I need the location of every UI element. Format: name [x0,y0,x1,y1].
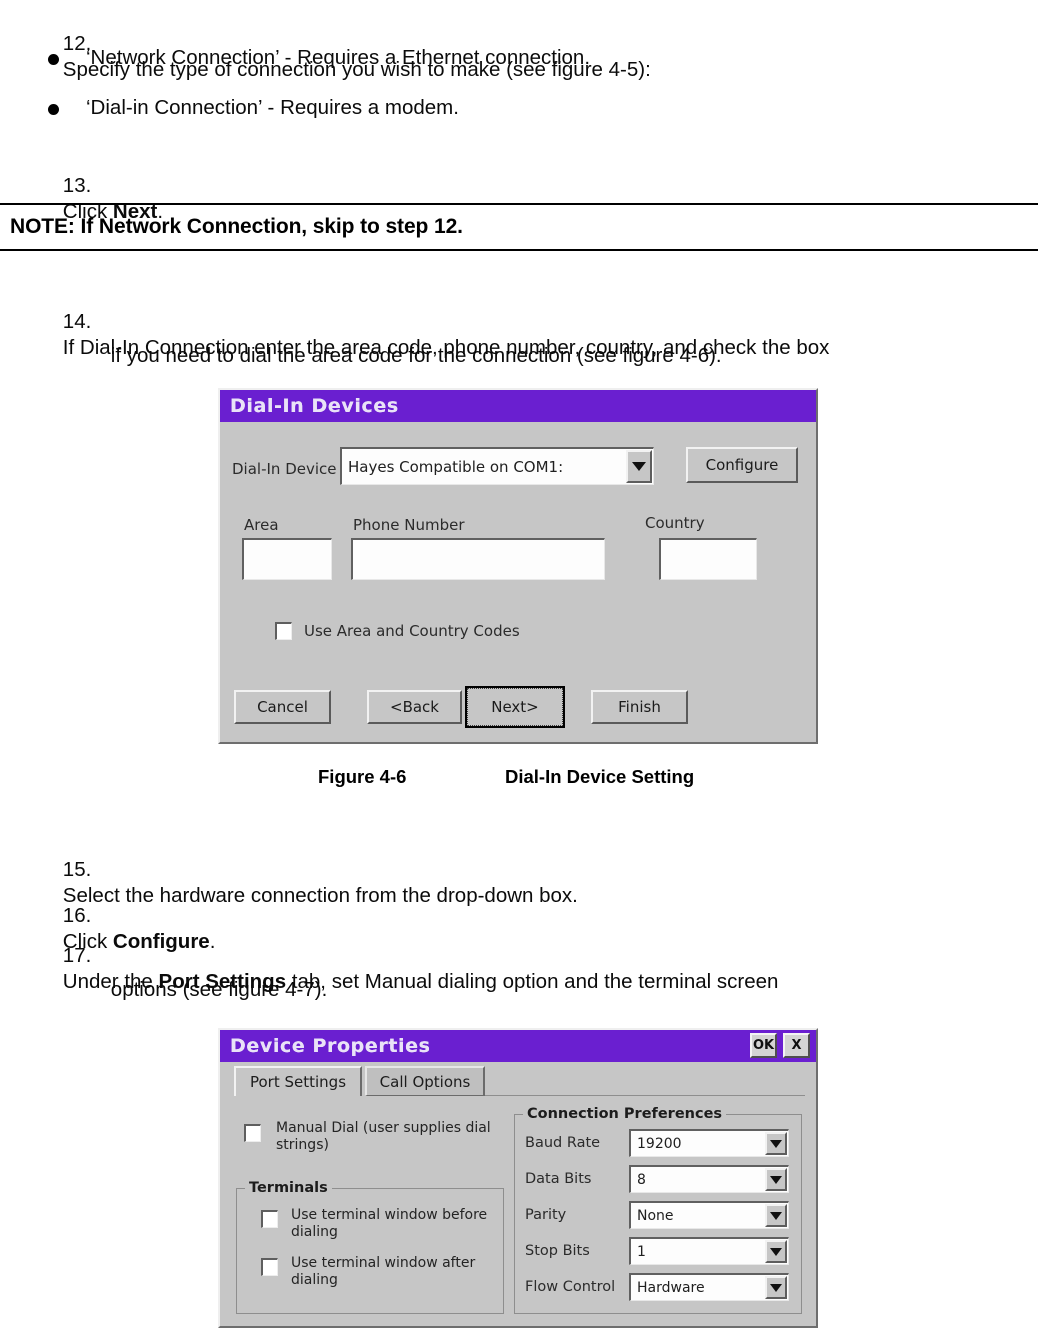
dial-in-device-label: Dial-In Device [232,460,337,478]
area-input[interactable] [242,538,332,580]
phone-number-input[interactable] [351,538,605,580]
terminal-after-checkbox[interactable] [261,1258,278,1276]
manual-dial-label-line2: strings) [276,1136,329,1153]
baud-rate-value: 19200 [637,1135,682,1152]
chevron-down-icon[interactable] [765,1168,787,1191]
data-bits-label: Data Bits [525,1171,592,1187]
note-box: NOTE: If Network Connection, skip to ste… [0,203,1038,251]
figure-caption-label: Figure 4-6 [318,766,407,787]
dialog-titlebar: Dial-In Devices [220,390,816,422]
phone-number-label: Phone Number [353,516,465,534]
ok-button[interactable]: OK [750,1033,777,1058]
dial-in-device-value: Hayes Compatible on COM1: [348,457,564,476]
area-label: Area [244,516,279,534]
chevron-down-icon[interactable] [626,450,652,483]
parity-combobox[interactable]: None [629,1201,789,1229]
step-14-continuation: if you need to dial the area code for th… [88,316,1038,396]
country-label: Country [645,514,705,532]
parity-value: None [637,1207,674,1224]
bullet-dialin: ‘Dial-in Connection’ - Requires a modem. [48,96,948,120]
baud-rate-label: Baud Rate [525,1135,601,1151]
device-properties-title: Device Properties [230,1035,431,1057]
use-area-country-codes-row[interactable]: Use Area and Country Codes [275,622,520,640]
flow-control-label: Flow Control [525,1279,616,1295]
manual-dial-checkbox[interactable] [244,1124,261,1142]
finish-button[interactable]: Finish [591,690,688,724]
stop-bits-value: 1 [637,1243,646,1260]
terminals-group: Terminals Use terminal window before dia… [236,1180,506,1314]
step-17-post: tab, set Manual dialing option and the t… [286,970,779,994]
bullet-network-label: ‘Network Connection’ - Requires a Ethern… [86,46,591,69]
step-17-continuation: options (see figure 4-7). [88,950,328,1030]
next-button-label: Next> [491,698,539,716]
terminals-group-title: Terminals [245,1180,332,1196]
baud-rate-combobox[interactable]: 19200 [629,1129,789,1157]
tab-call-options-label: Call Options [379,1072,471,1091]
country-input[interactable] [659,538,757,580]
cancel-button[interactable]: Cancel [234,690,331,724]
chevron-down-icon[interactable] [765,1276,787,1299]
bullet-dot-icon [48,104,59,115]
device-properties-titlebar: Device Properties OK X [220,1030,816,1062]
terminal-before-line2: dialing [291,1223,338,1240]
parity-label: Parity [525,1207,567,1223]
dial-in-device-combobox[interactable]: Hayes Compatible on COM1: [340,447,654,485]
ok-button-label: OK [752,1038,775,1053]
connection-preferences-title: Connection Preferences [523,1106,727,1122]
stop-bits-label: Stop Bits [525,1243,590,1259]
bullet-network: ‘Network Connection’ - Requires a Ethern… [48,46,948,70]
chevron-down-icon[interactable] [765,1240,787,1263]
configure-button-label: Configure [705,456,779,474]
terminal-before-checkbox[interactable] [261,1210,278,1228]
use-area-country-codes-label: Use Area and Country Codes [304,622,520,640]
flow-control-combobox[interactable]: Hardware [629,1273,789,1301]
close-icon[interactable]: X [783,1033,810,1058]
bullet-dot-icon [48,54,59,65]
note-text: NOTE: If Network Connection, skip to ste… [10,215,463,238]
flow-control-value: Hardware [637,1279,705,1296]
stop-bits-combobox[interactable]: 1 [629,1237,789,1265]
terminal-after-line1: Use terminal window after [291,1255,476,1271]
back-button[interactable]: <Back [367,690,462,724]
data-bits-combobox[interactable]: 8 [629,1165,789,1193]
finish-button-label: Finish [618,698,661,716]
terminal-before-label: Use terminal window before dialing [291,1207,506,1240]
terminal-before-line1: Use terminal window before [291,1207,488,1223]
tab-port-settings[interactable]: Port Settings [234,1066,362,1096]
tab-port-settings-label: Port Settings [249,1073,347,1091]
next-button-focus-ring: Next> [467,688,563,726]
configure-button[interactable]: Configure [686,447,798,483]
connection-preferences-group: Connection Preferences Baud Rate 19200 D… [514,1106,802,1314]
step-17-line2: options (see figure 4-7). [110,977,328,1001]
step-13-number: 13. [62,173,92,197]
figure-caption-title: Dial-In Device Setting [505,766,695,787]
use-area-country-codes-checkbox[interactable] [275,622,292,640]
dialog-title: Dial-In Devices [230,395,399,417]
tab-call-options[interactable]: Call Options [365,1066,485,1096]
manual-dial-label-line1: Manual Dial (user supplies dial [276,1120,491,1136]
step-14-line2: if you need to dial the area code for th… [110,343,722,367]
dialog-device-properties: Device Properties OK X Port Settings Cal… [218,1028,818,1328]
titlebar-buttons: OK X [750,1033,810,1058]
terminal-after-label: Use terminal window after dialing [291,1255,506,1288]
cancel-button-label: Cancel [257,698,308,716]
terminal-after-line2: dialing [291,1271,338,1288]
chevron-down-icon[interactable] [765,1132,787,1155]
dialog-dial-in-devices: Dial-In Devices Dial-In Device Hayes Com… [218,388,818,744]
tabstrip-divider [485,1095,805,1096]
chevron-down-icon[interactable] [765,1204,787,1227]
close-button-label: X [791,1038,802,1053]
back-button-label: <Back [390,698,439,716]
bullet-dialin-label: ‘Dial-in Connection’ - Requires a modem. [86,96,459,119]
next-button[interactable]: Next> [465,686,565,728]
data-bits-value: 8 [637,1171,646,1188]
manual-dial-label: Manual Dial (user supplies dial strings) [276,1120,506,1153]
